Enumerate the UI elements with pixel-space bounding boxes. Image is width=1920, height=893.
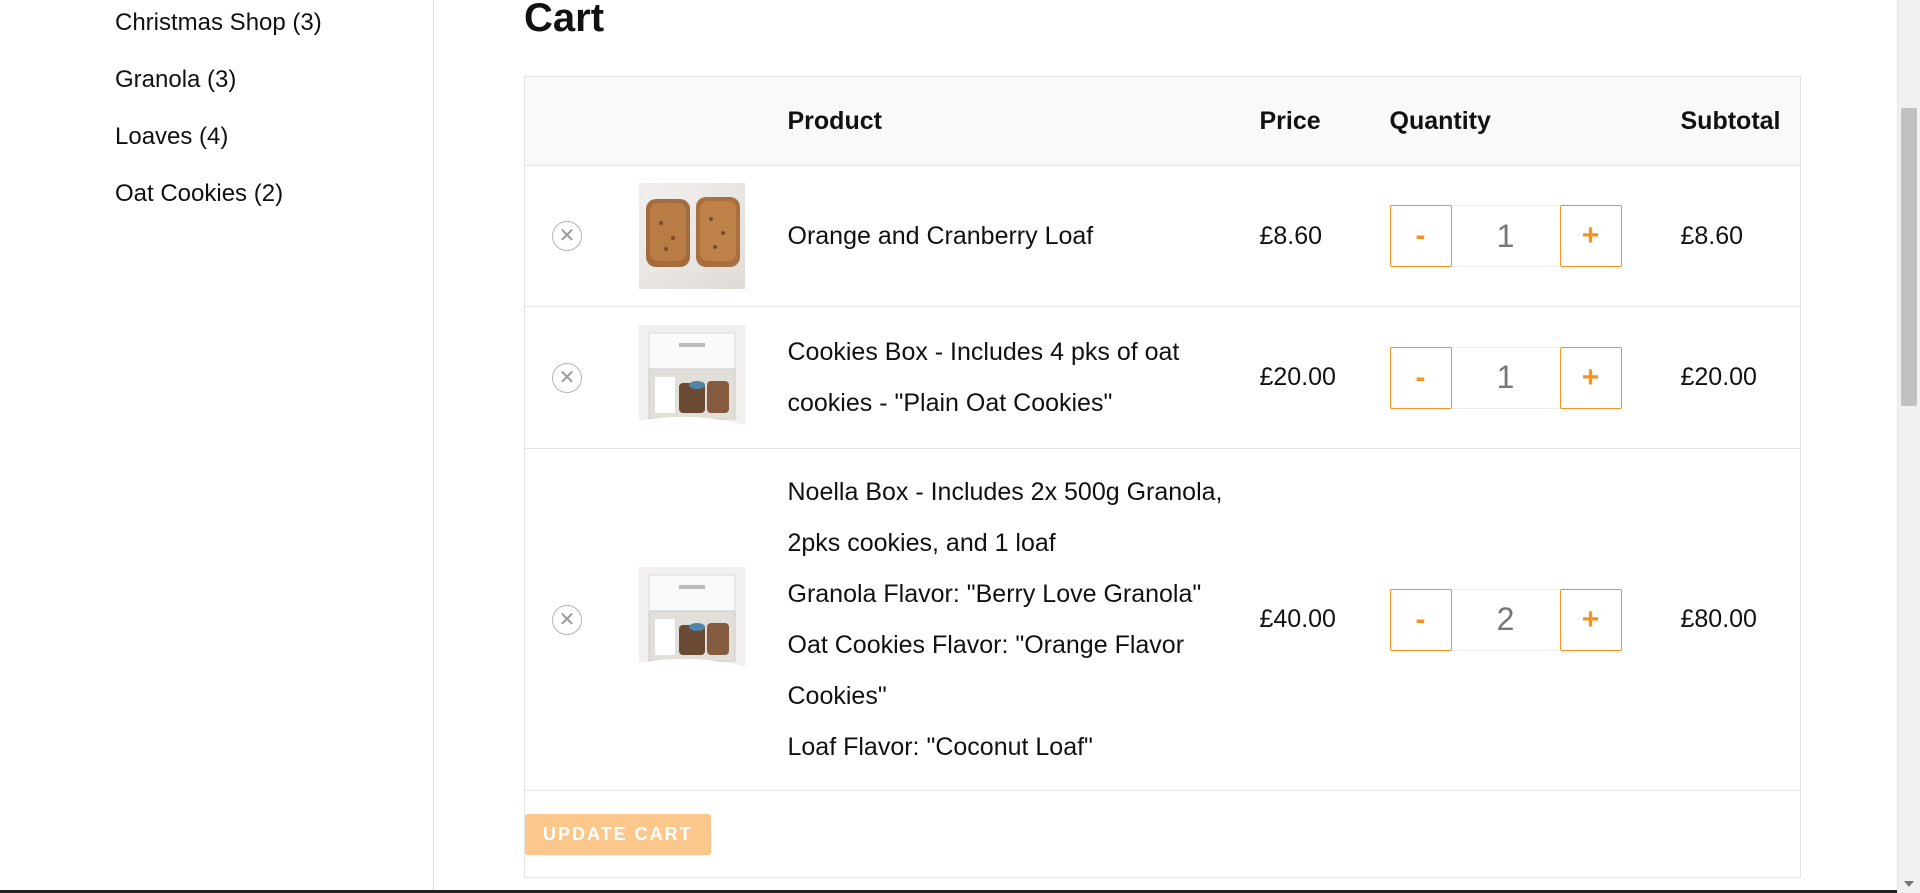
cart-item-row: ✕ bbox=[524, 165, 1801, 307]
category-link-christmas-shop[interactable]: Christmas Shop (3) bbox=[115, 0, 322, 51]
scrollbar-thumb[interactable] bbox=[1901, 108, 1917, 406]
subtotal-cell: £20.00 bbox=[1680, 306, 1801, 449]
cookies-box-product-image[interactable] bbox=[638, 566, 745, 673]
loaf-product-image[interactable] bbox=[638, 183, 745, 289]
product-option-granola-flavor: Granola Flavor: "Berry Love Granola" bbox=[787, 579, 1202, 608]
remove-cell: ✕ bbox=[524, 165, 631, 307]
cookies-box-product-image[interactable] bbox=[638, 324, 745, 431]
category-list: Christmas Shop (3) Granola (3) Loaves (4… bbox=[115, 0, 322, 222]
remove-item-button[interactable]: ✕ bbox=[552, 604, 582, 635]
quantity-input[interactable] bbox=[1451, 588, 1560, 651]
quantity-stepper: - + bbox=[1389, 205, 1681, 267]
page-scrollbar[interactable] bbox=[1897, 0, 1920, 893]
quantity-input[interactable] bbox=[1451, 346, 1560, 409]
price-cell: £40.00 bbox=[1259, 448, 1390, 791]
product-name-cell: Cookies Box - Includes 4 pks of oat cook… bbox=[787, 306, 1260, 449]
cart-items: ✕ Orange and Cranberry Loaf £8.60 - 1 + … bbox=[524, 165, 1801, 878]
product-option-cookies-flavor: Oat Cookies Flavor: "Orange Flavor Cooki… bbox=[787, 630, 1185, 710]
cart-actions-cell: UPDATE CART bbox=[524, 790, 1801, 878]
quantity-cell: - + bbox=[1389, 165, 1681, 307]
close-circle-icon: ✕ bbox=[558, 366, 576, 389]
increase-quantity-button[interactable]: + bbox=[1559, 205, 1622, 267]
product-name-link[interactable]: Cookies Box - Includes 4 pks of oat cook… bbox=[788, 327, 1260, 429]
header-row: Product Price Quantity Subtotal bbox=[524, 76, 1801, 166]
category-link-granola[interactable]: Granola (3) bbox=[115, 51, 322, 108]
header-quantity: Quantity bbox=[1389, 76, 1681, 166]
price-cell: £8.60 bbox=[1259, 165, 1390, 307]
price-cell: £20.00 bbox=[1259, 306, 1390, 449]
cart-table: Product Price Quantity Subtotal ✕ Orange… bbox=[524, 76, 1801, 878]
cart-table-header: Product Price Quantity Subtotal bbox=[524, 76, 1801, 166]
header-product: Product bbox=[787, 76, 1260, 166]
increase-quantity-button[interactable]: + bbox=[1559, 588, 1622, 651]
item-subtotal: £80.00 bbox=[1680, 605, 1757, 633]
increase-quantity-button[interactable]: + bbox=[1559, 346, 1622, 409]
item-price: £40.00 bbox=[1259, 605, 1336, 633]
page-title: Cart bbox=[524, 0, 605, 40]
subtotal-cell: £8.60 bbox=[1680, 165, 1801, 307]
update-cart-button[interactable]: UPDATE CART bbox=[525, 813, 711, 855]
product-name-cell: Orange and Cranberry Loaf bbox=[787, 165, 1260, 307]
quantity-input[interactable] bbox=[1451, 205, 1560, 267]
quantity-stepper: - + bbox=[1389, 346, 1681, 409]
scroll-down-arrow-icon[interactable] bbox=[1904, 881, 1914, 887]
category-link-oat-cookies[interactable]: Oat Cookies (2) bbox=[115, 165, 322, 222]
thumbnail-cell bbox=[630, 165, 788, 307]
cart-actions-row: UPDATE CART bbox=[524, 790, 1801, 878]
header-price: Price bbox=[1259, 76, 1390, 166]
page: Christmas Shop (3) Granola (3) Loaves (4… bbox=[0, 0, 1920, 893]
thumbnail-cell bbox=[630, 448, 788, 791]
subtotal-cell: £80.00 bbox=[1680, 448, 1801, 791]
item-subtotal: £8.60 bbox=[1680, 221, 1744, 250]
remove-cell: ✕ bbox=[524, 448, 631, 791]
remove-cell: ✕ bbox=[524, 306, 631, 449]
header-remove bbox=[524, 76, 631, 166]
decrease-quantity-button[interactable]: - bbox=[1389, 346, 1452, 409]
close-circle-icon: ✕ bbox=[558, 225, 576, 247]
close-circle-icon: ✕ bbox=[558, 608, 576, 631]
remove-item-button[interactable]: ✕ bbox=[552, 362, 582, 393]
item-price: £20.00 bbox=[1259, 363, 1336, 391]
decrease-quantity-button[interactable]: - bbox=[1389, 588, 1452, 651]
product-name-cell: Noella Box - Includes 2x 500g Granola, 2… bbox=[787, 448, 1260, 791]
product-option-loaf-flavor: Loaf Flavor: "Coconut Loaf" bbox=[787, 732, 1093, 761]
quantity-stepper: - + bbox=[1389, 588, 1681, 651]
cart-item-row: ✕ bbox=[524, 448, 1801, 791]
thumbnail-cell bbox=[630, 306, 788, 449]
header-thumbnail bbox=[630, 76, 788, 166]
category-link-loaves[interactable]: Loaves (4) bbox=[115, 108, 322, 165]
product-name-link[interactable]: Noella Box - Includes 2x 500g Granola, 2… bbox=[788, 467, 1260, 569]
product-name-link[interactable]: Orange and Cranberry Loaf bbox=[788, 211, 1260, 262]
decrease-quantity-button[interactable]: - bbox=[1389, 205, 1452, 267]
cart-item-row: ✕ bbox=[524, 306, 1801, 449]
header-subtotal: Subtotal bbox=[1680, 76, 1801, 166]
remove-item-button[interactable]: ✕ bbox=[552, 221, 582, 251]
sidebar: Christmas Shop (3) Granola (3) Loaves (4… bbox=[0, 0, 434, 893]
item-price: £8.60 bbox=[1259, 221, 1323, 250]
item-subtotal: £20.00 bbox=[1680, 363, 1757, 391]
quantity-cell: - + bbox=[1389, 448, 1681, 791]
quantity-cell: - + bbox=[1389, 306, 1681, 449]
